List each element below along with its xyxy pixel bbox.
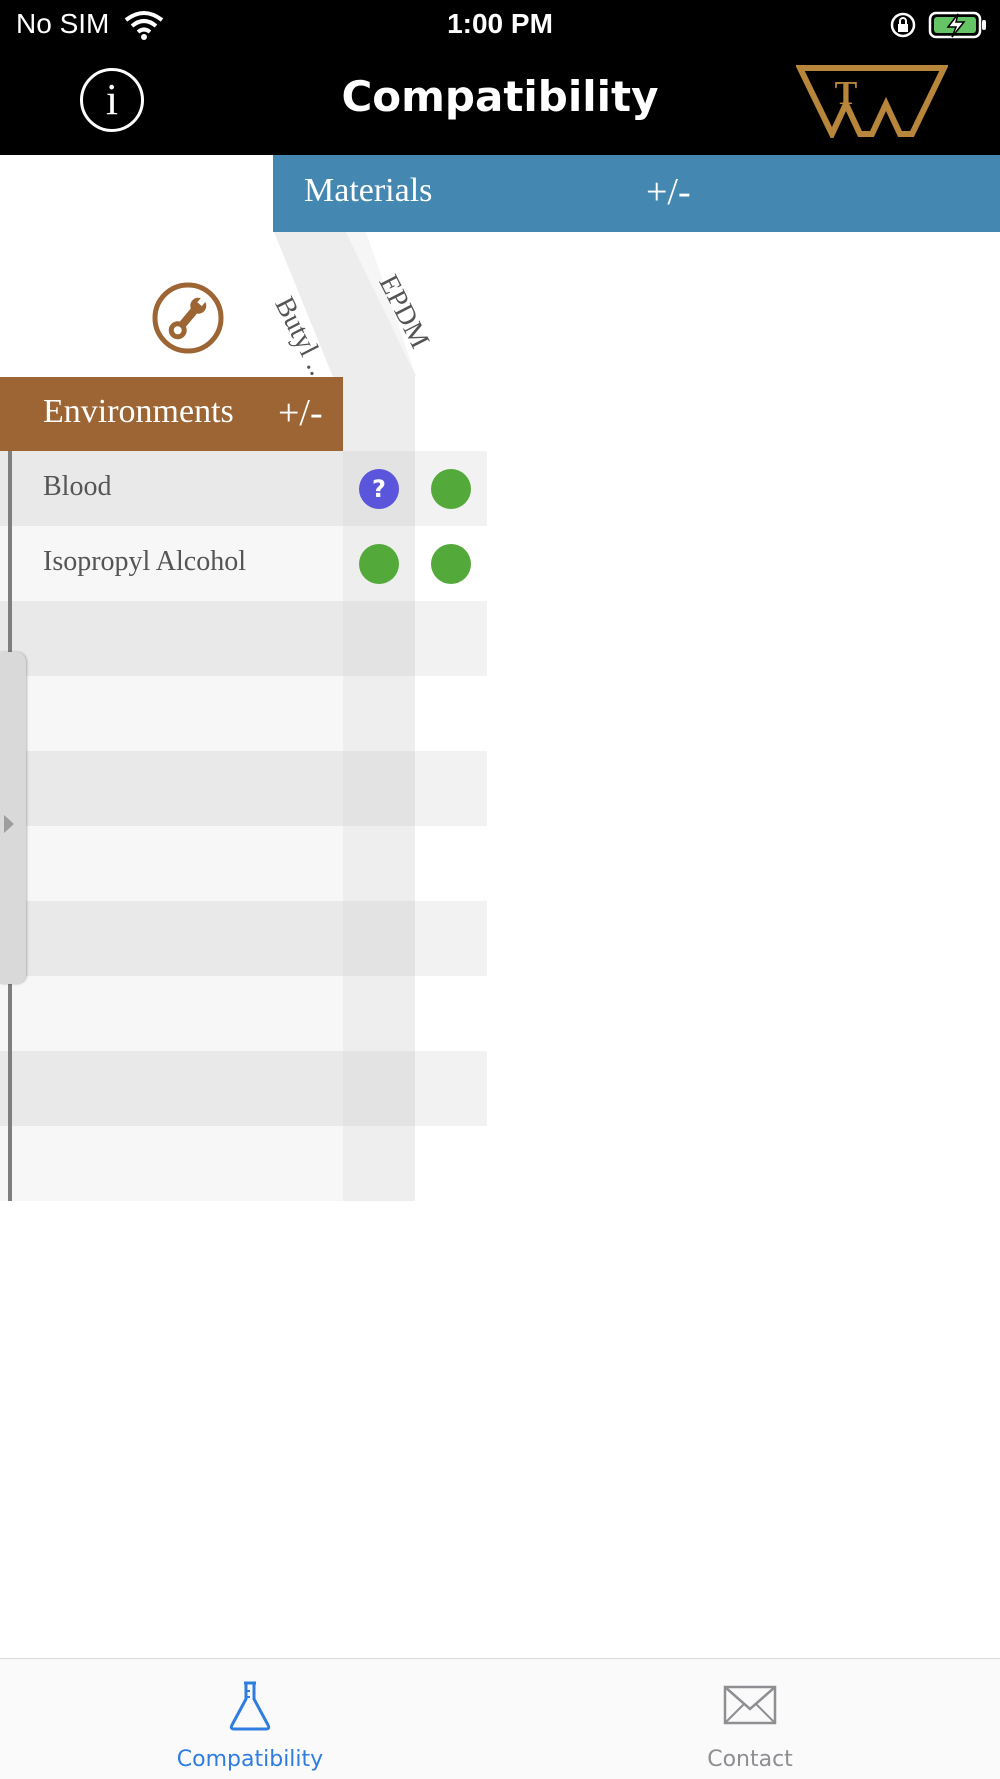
compatible-rating-icon xyxy=(431,544,471,584)
environment-name: Isopropyl Alcohol xyxy=(43,546,246,577)
battery-icon xyxy=(928,11,986,39)
tab-label: Contact xyxy=(707,1747,793,1772)
rotation-lock-icon xyxy=(890,12,916,38)
compatible-rating-icon xyxy=(359,544,399,584)
empty-row xyxy=(0,751,488,826)
empty-row xyxy=(0,976,488,1051)
environments-label: Environments xyxy=(43,393,234,430)
empty-row xyxy=(0,1051,488,1126)
rating-cell[interactable] xyxy=(415,451,487,526)
row-header: Blood xyxy=(0,451,343,526)
empty-row xyxy=(0,1126,488,1201)
rating-cell[interactable]: ? xyxy=(343,451,415,526)
table-row[interactable]: Isopropyl Alcohol xyxy=(0,526,488,601)
unknown-rating-icon: ? xyxy=(359,469,399,509)
tab-compatibility[interactable]: Compatibility xyxy=(0,1659,500,1779)
row-header: Isopropyl Alcohol xyxy=(0,526,343,601)
materials-toggle-button[interactable]: +/- xyxy=(646,170,691,214)
table-row[interactable]: Blood ? xyxy=(0,451,488,526)
rating-cell[interactable] xyxy=(415,526,487,601)
environment-name: Blood xyxy=(43,471,112,502)
column-tint xyxy=(343,377,415,451)
empty-row xyxy=(0,676,488,751)
environments-toggle-button[interactable]: +/- xyxy=(278,391,323,435)
logo-letter: T xyxy=(835,75,858,112)
tab-label: Compatibility xyxy=(176,1747,324,1772)
tab-bar: Compatibility Contact xyxy=(0,1658,1000,1779)
flask-icon xyxy=(229,1681,271,1731)
rating-cell[interactable] xyxy=(343,526,415,601)
wrench-icon[interactable] xyxy=(152,282,224,354)
compatibility-grid: Blood ? Isopropyl Alcohol xyxy=(0,451,488,1201)
brand-logo: T xyxy=(796,65,948,138)
chevron-right-icon xyxy=(4,815,14,833)
empty-row xyxy=(0,901,488,976)
empty-row xyxy=(0,601,488,676)
compatible-rating-icon xyxy=(431,469,471,509)
materials-label: Materials xyxy=(304,172,433,209)
clock: 1:00 PM xyxy=(447,8,553,39)
empty-row xyxy=(0,826,488,901)
envelope-icon xyxy=(723,1685,777,1725)
tab-contact[interactable]: Contact xyxy=(500,1659,1000,1779)
